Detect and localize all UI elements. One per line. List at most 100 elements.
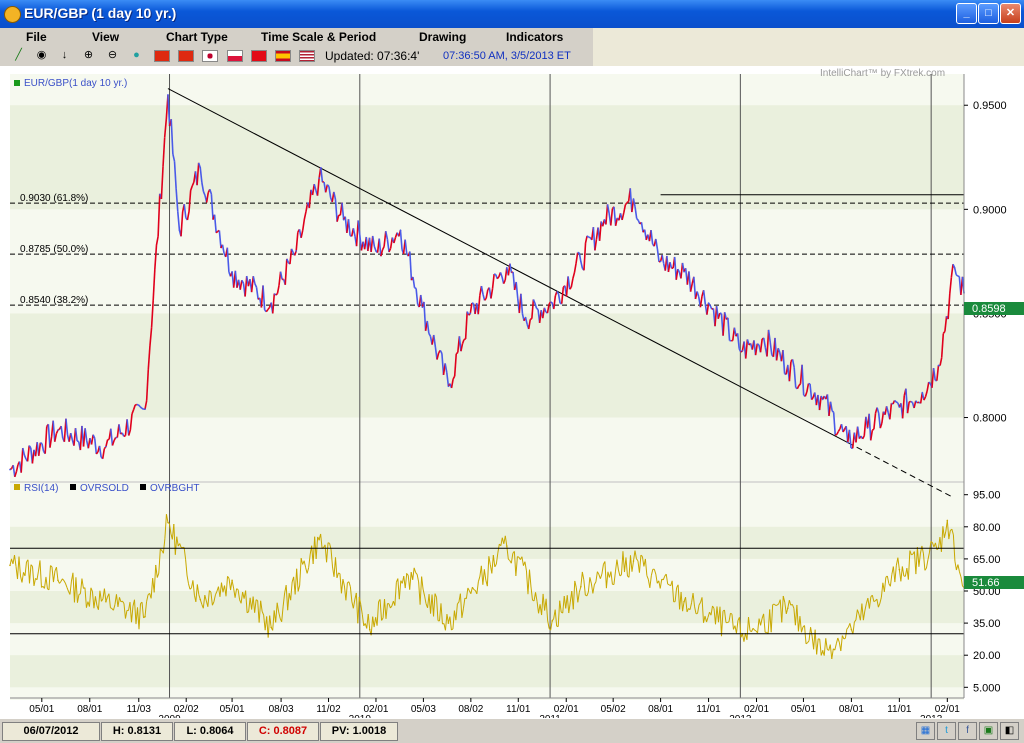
rsi-point	[270, 627, 272, 629]
price-point	[867, 427, 869, 429]
price-legend-swatch	[14, 80, 20, 86]
usa-flag-icon[interactable]	[299, 50, 315, 62]
twitter-icon[interactable]: t	[937, 722, 956, 740]
rsi-point	[318, 539, 320, 541]
rsi-segment	[668, 584, 669, 585]
x-tick-label: 11/01	[887, 704, 912, 715]
price-segment	[142, 408, 144, 409]
price-point	[580, 261, 582, 263]
price-segment	[627, 202, 629, 203]
china-flag-icon[interactable]	[154, 50, 170, 62]
rsi-point	[947, 520, 949, 522]
rsi-point	[580, 586, 582, 588]
zoom-in-icon[interactable]: ⊕	[82, 49, 95, 62]
rsi-legend-overbought: OVRBGHT	[150, 483, 199, 494]
arrow-down-icon[interactable]: ↓	[58, 49, 71, 62]
price-segment	[124, 436, 126, 437]
close-button[interactable]: ✕	[1000, 3, 1021, 24]
price-segment	[587, 236, 589, 237]
menu-drawing[interactable]: Drawing	[419, 30, 466, 44]
rsi-segment	[338, 573, 339, 574]
x-tick-label: 11/03	[127, 704, 152, 715]
price-point	[660, 261, 662, 263]
price-point	[954, 267, 956, 269]
menu-file[interactable]: File	[26, 30, 47, 44]
minimize-button[interactable]: _	[956, 3, 977, 24]
spain-flag-icon[interactable]	[275, 50, 291, 62]
price-point	[167, 94, 169, 96]
rsi-point	[57, 580, 59, 582]
rsi-point	[822, 650, 824, 652]
rsi-legend-rsi: RSI(14)	[24, 483, 58, 494]
updated-label: Updated: 07:36:4'	[325, 49, 419, 63]
x-tick-label: 05/01	[791, 704, 816, 715]
japan-flag-icon[interactable]	[202, 50, 218, 62]
chart-view-icon[interactable]: ▦	[916, 722, 935, 740]
price-point	[57, 429, 59, 431]
rsi-point	[199, 599, 201, 601]
turkey-flag-icon[interactable]	[251, 50, 267, 62]
price-point	[899, 406, 901, 408]
x-tick-label: 08/03	[269, 704, 294, 715]
rsi-legend: RSI(14) OVRSOLD OVRBGHT	[14, 483, 199, 494]
price-segment	[537, 308, 539, 309]
rsi-point	[506, 545, 508, 547]
price-point	[270, 302, 272, 304]
price-point	[422, 306, 424, 308]
poland-flag-icon[interactable]	[227, 50, 243, 62]
fib-level-label: 0.8540 (38.2%)	[20, 295, 88, 306]
rsi-legend-oversold: OVRSOLD	[80, 483, 129, 494]
price-point	[787, 365, 789, 367]
fib-level-label: 0.8785 (50.0%)	[20, 244, 88, 255]
price-point	[708, 302, 710, 304]
price-segment	[835, 434, 837, 435]
rsi-point	[851, 629, 853, 631]
hongkong-flag-icon[interactable]	[178, 50, 194, 62]
facebook-icon[interactable]: f	[958, 722, 977, 740]
rsi-point	[167, 522, 169, 524]
price-point	[448, 386, 450, 388]
price-segment	[40, 443, 42, 444]
rsi-point	[231, 580, 233, 582]
price-point	[179, 229, 181, 231]
price-point	[847, 442, 849, 444]
menu-view[interactable]: View	[92, 30, 119, 44]
menu-indicators[interactable]: Indicators	[506, 30, 563, 44]
target-icon[interactable]: ◉	[35, 49, 48, 62]
status-low: L: 0.8064	[174, 722, 246, 741]
price-segment	[872, 429, 874, 430]
status-close: C: 0.8087	[247, 722, 319, 741]
rsi-point	[633, 560, 635, 562]
rsi-tick-label: 80.00	[973, 522, 1001, 534]
price-segment	[140, 407, 142, 409]
price-tick-label: 0.8000	[973, 413, 1007, 425]
price-point	[9, 469, 11, 471]
line-draw-icon[interactable]: ╱	[12, 49, 25, 62]
price-point	[603, 219, 605, 221]
rsi-point	[448, 622, 450, 624]
price-point	[470, 313, 472, 315]
x-tick-label: 05/01	[220, 704, 245, 715]
price-segment	[415, 288, 417, 289]
price-point	[375, 250, 377, 252]
status-date: 06/07/2012	[2, 722, 100, 741]
rsi-segment	[911, 554, 913, 555]
rsi-tick-label: 35.00	[973, 618, 1001, 630]
overbought-legend-swatch	[140, 484, 146, 490]
rsi-segment	[844, 638, 846, 639]
zoom-out-icon[interactable]: ⊖	[106, 49, 119, 62]
maximize-button[interactable]: □	[978, 3, 999, 24]
window-tile-icon[interactable]: ▣	[979, 722, 998, 740]
rsi-point	[899, 569, 901, 571]
price-point	[318, 177, 320, 179]
status-high: H: 0.8131	[101, 722, 173, 741]
globe-icon[interactable]: ●	[130, 49, 143, 62]
rsi-legend-swatch	[14, 484, 20, 490]
menu-time-scale[interactable]: Time Scale & Period	[261, 30, 376, 44]
title-bar: EUR/GBP (1 day 10 yr.) _ □ ✕	[0, 0, 1024, 28]
layout-icon[interactable]: ◧	[1000, 722, 1019, 740]
rsi-point	[105, 601, 107, 603]
menu-chart-type[interactable]: Chart Type	[166, 30, 228, 44]
chart-area[interactable]: IntelliChart™ by FXtrek.com 0.9030 (61.8…	[0, 66, 1024, 718]
price-point	[633, 198, 635, 200]
